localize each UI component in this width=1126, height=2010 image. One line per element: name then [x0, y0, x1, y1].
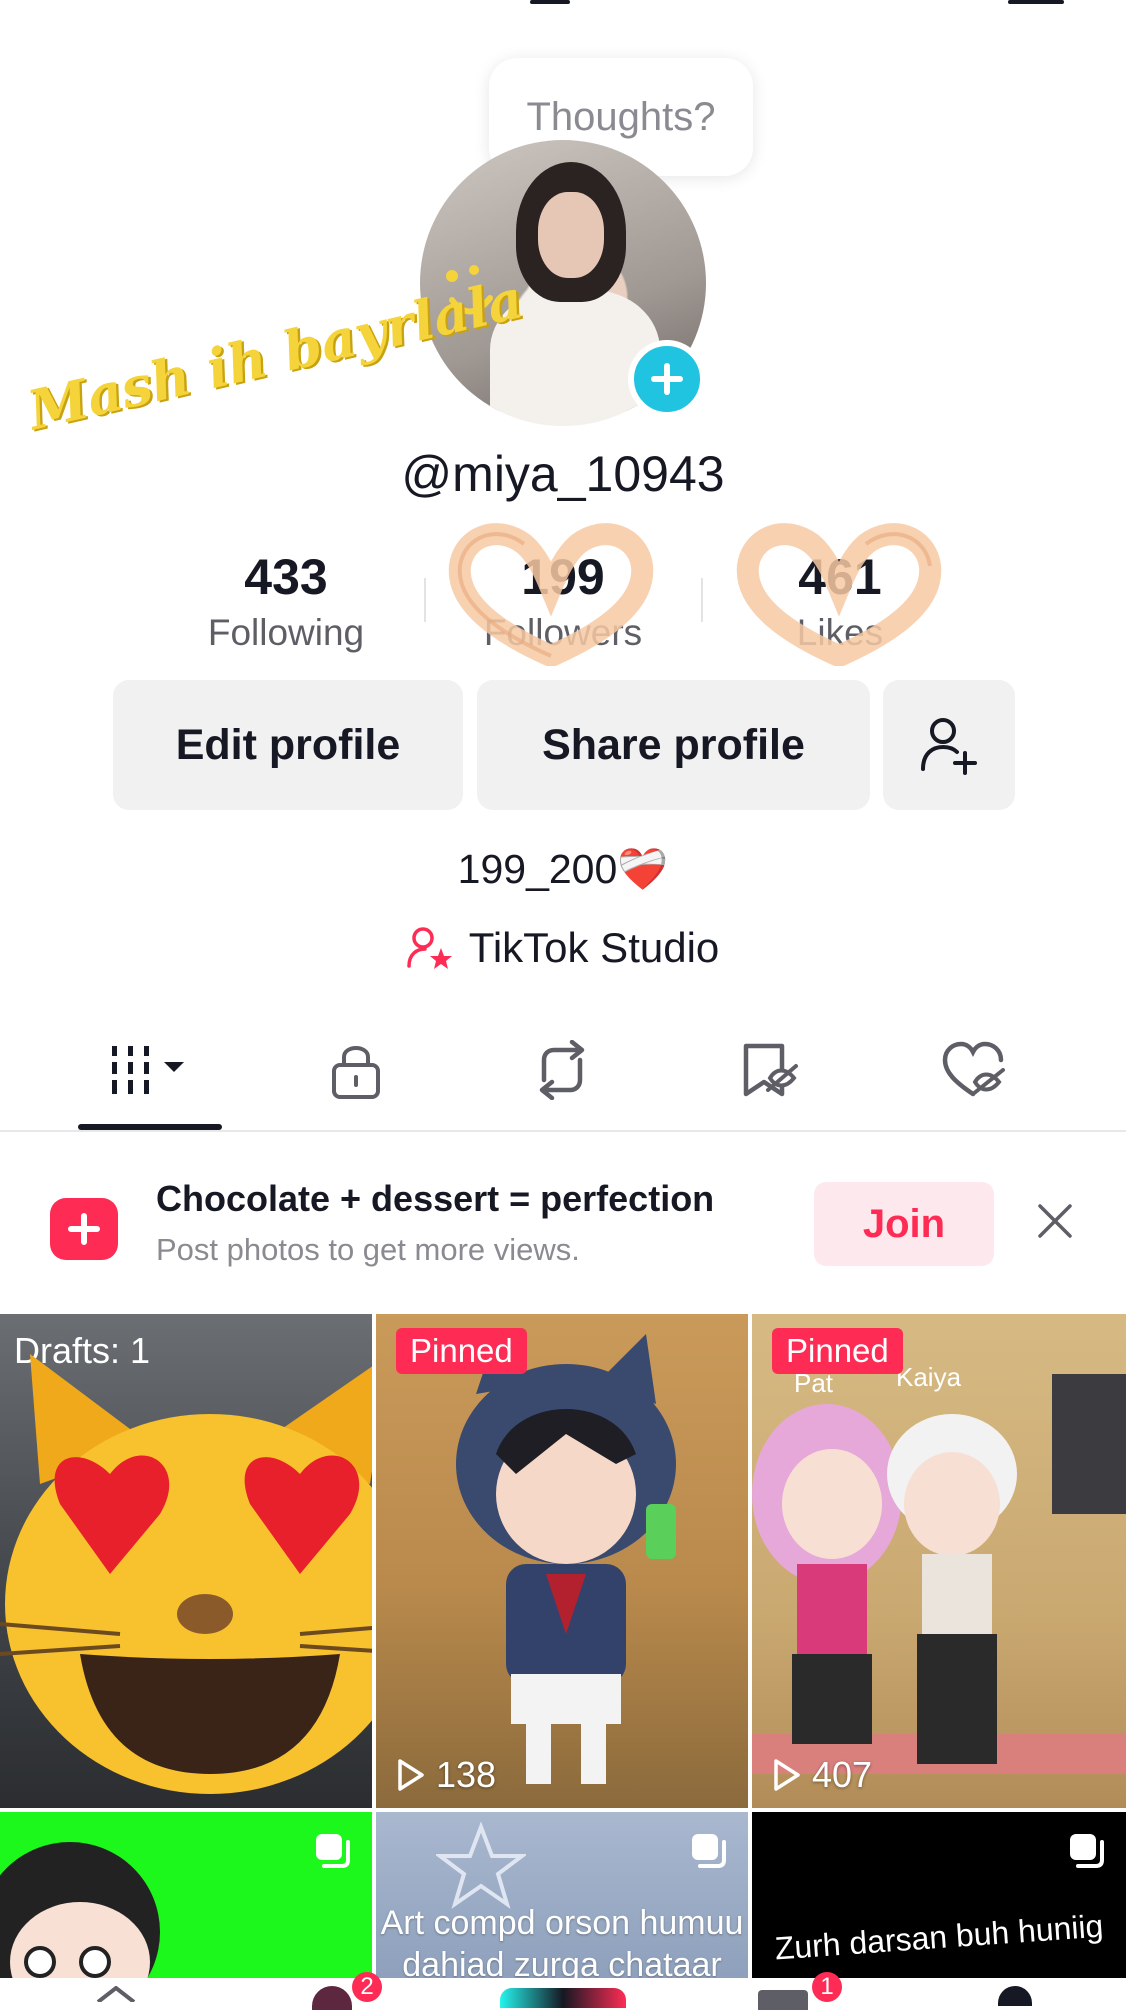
- stat-divider: [701, 578, 703, 622]
- add-avatar-button[interactable]: [628, 340, 706, 418]
- star-icon: [436, 1822, 526, 1909]
- avatar-face: [538, 192, 604, 278]
- view-count: 407: [772, 1754, 872, 1796]
- heart-hands-sticker-icon: [736, 523, 942, 666]
- stat-label: Following: [207, 612, 365, 653]
- bio: 199_200❤️‍🩹: [457, 846, 669, 892]
- notification-badge: 1: [812, 1972, 842, 2002]
- add-friend-button[interactable]: [883, 680, 1015, 810]
- stat-divider: [424, 578, 426, 622]
- heart-eyes-cat-icon: [0, 1354, 372, 1794]
- thumbnail-character: [0, 1842, 160, 1978]
- add-user-icon: [921, 718, 977, 775]
- video-thumbnail-character: [456, 1334, 676, 1784]
- thoughts-bubble-text: Thoughts?: [526, 94, 716, 139]
- multi-photo-icon: [1070, 1834, 1104, 1868]
- repost-icon: [539, 1040, 585, 1100]
- join-button[interactable]: Join: [814, 1182, 994, 1266]
- grid-icon: [112, 1046, 184, 1094]
- status-indicator: [530, 0, 570, 4]
- video-thumbnail-characters: [752, 1404, 1017, 1764]
- photo-tile[interactable]: Zurh darsan buh huniig: [752, 1812, 1126, 1978]
- thumbnail-tv: [1052, 1374, 1126, 1514]
- pinned-badge: Pinned: [772, 1328, 903, 1374]
- photo-tile[interactable]: Art compd orson humuu dahiad zurga chata…: [376, 1812, 748, 1978]
- stat-value: 433: [244, 549, 328, 605]
- tiktok-studio-link[interactable]: TikTok Studio: [0, 924, 1126, 972]
- multi-photo-icon: [316, 1834, 350, 1868]
- photo-tile[interactable]: [0, 1812, 372, 1978]
- studio-label: TikTok Studio: [468, 924, 720, 971]
- home-icon[interactable]: [94, 1986, 138, 2002]
- profile-tabs: [0, 1010, 1126, 1132]
- add-post-icon: [50, 1198, 118, 1260]
- play-icon: [398, 1759, 424, 1791]
- video-tile[interactable]: Pat Kaiya Pinned 407: [752, 1314, 1126, 1808]
- character-name: Kaiya: [896, 1362, 962, 1392]
- tab-favorites[interactable]: [698, 1010, 838, 1130]
- studio-icon: [406, 927, 452, 969]
- profile-icon[interactable]: [998, 1986, 1032, 2006]
- notification-badge: 2: [352, 1972, 382, 2002]
- edit-profile-button[interactable]: Edit profile: [113, 680, 463, 810]
- banner-title: Chocolate + dessert = perfection: [156, 1178, 715, 1219]
- view-count: 138: [396, 1754, 496, 1796]
- bottom-navigation: 2 1: [0, 1972, 1126, 2010]
- friends-icon[interactable]: [312, 1986, 352, 2010]
- pinned-badge: Pinned: [396, 1328, 527, 1374]
- heart-hands-sticker-icon: [448, 523, 654, 666]
- promo-banner: Chocolate + dessert = perfection Post ph…: [0, 1140, 1126, 1310]
- multi-photo-icon: [692, 1834, 726, 1868]
- share-profile-button[interactable]: Share profile: [477, 680, 870, 810]
- inbox-icon[interactable]: [758, 1990, 808, 2010]
- tab-liked[interactable]: [904, 1010, 1044, 1130]
- active-tab-indicator: [78, 1124, 222, 1130]
- photo-caption: Art compd orson humuu dahiad zurga chata…: [380, 1904, 744, 1978]
- close-icon[interactable]: [1036, 1202, 1074, 1240]
- view-count-value: 138: [436, 1754, 497, 1795]
- status-bar: [0, 0, 1126, 20]
- tab-reposts[interactable]: [492, 1010, 632, 1130]
- video-tile[interactable]: Pinned 138: [376, 1314, 748, 1808]
- tab-private[interactable]: [286, 1010, 426, 1130]
- banner-subtitle: Post photos to get more views.: [156, 1232, 580, 1267]
- status-indicator: [1008, 0, 1064, 4]
- create-button[interactable]: [500, 1988, 626, 2008]
- play-icon: [774, 1759, 800, 1791]
- heart-icon: [942, 1041, 1005, 1097]
- bookmark-icon: [743, 1043, 798, 1097]
- username: @miya_10943: [401, 446, 725, 502]
- drafts-tile[interactable]: Drafts: 1: [0, 1314, 372, 1808]
- tab-videos[interactable]: [80, 1010, 220, 1130]
- lock-icon: [332, 1046, 380, 1099]
- photo-caption: Zurh darsan buh huniig: [773, 1907, 1105, 1967]
- stat-following[interactable]: 433 Following: [166, 548, 406, 654]
- view-count-value: 407: [812, 1754, 873, 1795]
